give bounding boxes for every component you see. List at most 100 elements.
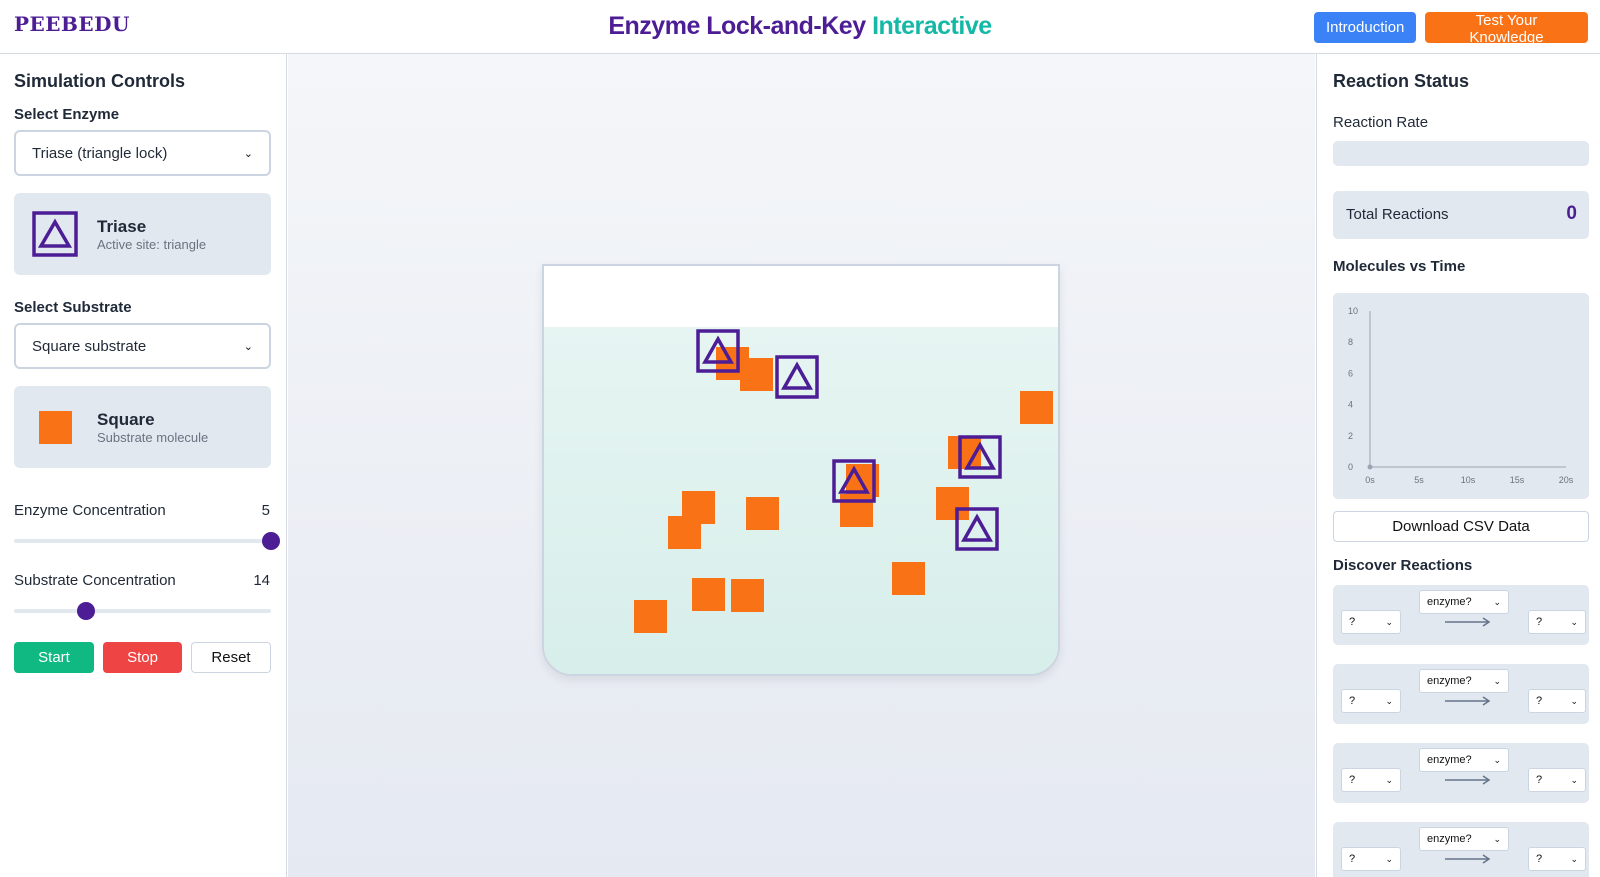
title-accent: Interactive xyxy=(872,12,992,40)
reaction-arrow-icon xyxy=(1445,854,1491,864)
enzyme-guess-select[interactable]: enzyme? ⌄ xyxy=(1419,827,1509,851)
simulation-controls-panel: Simulation Controls Select Enzyme Triase… xyxy=(0,54,287,877)
chevron-down-icon: ⌄ xyxy=(1385,616,1393,627)
total-reactions-box: Total Reactions 0 xyxy=(1333,191,1589,239)
substrate-concentration-slider[interactable] xyxy=(14,602,271,620)
enzyme-molecule xyxy=(696,329,740,373)
reaction-row: enzyme? ⌄? ⌄? ⌄ xyxy=(1333,822,1589,877)
substrate-select[interactable]: Square substrate ⌄ xyxy=(14,323,271,369)
product-guess-value: ? xyxy=(1536,774,1543,786)
slider-handle[interactable] xyxy=(262,532,280,550)
substrate-molecule xyxy=(740,358,773,391)
chevron-down-icon: ⌄ xyxy=(1570,616,1578,627)
enzyme-guess-value: enzyme? xyxy=(1427,596,1472,608)
reactant-guess-select[interactable]: ? ⌄ xyxy=(1341,610,1401,634)
introduction-button[interactable]: Introduction xyxy=(1314,12,1416,43)
reaction-row: enzyme? ⌄? ⌄? ⌄ xyxy=(1333,664,1589,724)
reactant-guess-value: ? xyxy=(1349,616,1356,628)
chevron-down-icon: ⌄ xyxy=(1493,833,1501,844)
data-point xyxy=(1367,464,1373,470)
x-tick-label: 0s xyxy=(1365,475,1375,485)
enzyme-concentration-value: 5 xyxy=(261,502,270,519)
chevron-down-icon: ⌄ xyxy=(1385,695,1393,706)
enzyme-molecule xyxy=(832,459,876,503)
reactant-guess-select[interactable]: ? ⌄ xyxy=(1341,847,1401,871)
enzyme-active-site: Active site: triangle xyxy=(97,237,207,252)
product-guess-select[interactable]: ? ⌄ xyxy=(1528,847,1586,871)
molecules-chart-svg: 02468100s5s10s15s20sTime (s)Molecules xyxy=(1317,306,1574,515)
product-guess-select[interactable]: ? ⌄ xyxy=(1528,768,1586,792)
stop-button[interactable]: Stop xyxy=(103,642,182,673)
reaction-arrow-icon xyxy=(1445,617,1491,627)
enzyme-select-label: Select Enzyme xyxy=(14,106,120,123)
substrate-molecule xyxy=(731,579,764,612)
test-knowledge-button[interactable]: Test Your Knowledge xyxy=(1425,12,1588,46)
triangle-lock-icon xyxy=(32,211,78,257)
enzyme-info-card: Triase Active site: triangle xyxy=(14,193,271,275)
simulation-area xyxy=(288,54,1315,877)
reaction-arrow-icon xyxy=(1445,775,1491,785)
product-guess-select[interactable]: ? ⌄ xyxy=(1528,689,1586,713)
chevron-down-icon: ⌄ xyxy=(1570,774,1578,785)
chevron-down-icon: ⌄ xyxy=(1493,675,1501,686)
enzyme-concentration-slider[interactable] xyxy=(14,532,280,550)
enzyme-name: Triase xyxy=(97,217,147,236)
enzyme-guess-value: enzyme? xyxy=(1427,833,1472,845)
download-csv-button[interactable]: Download CSV Data xyxy=(1333,511,1589,542)
substrate-select-value: Square substrate xyxy=(32,337,147,355)
enzyme-guess-select[interactable]: enzyme? ⌄ xyxy=(1419,748,1509,772)
reaction-row: enzyme? ⌄? ⌄? ⌄ xyxy=(1333,585,1589,645)
enzyme-concentration-label: Enzyme Concentration xyxy=(14,502,166,519)
enzyme-guess-value: enzyme? xyxy=(1427,754,1472,766)
x-tick-label: 15s xyxy=(1510,475,1525,485)
chevron-down-icon: ⌄ xyxy=(1385,853,1393,864)
substrate-molecule xyxy=(692,578,725,611)
beaker[interactable] xyxy=(542,264,1060,676)
enzyme-select[interactable]: Triase (triangle lock) ⌄ xyxy=(14,130,271,176)
y-tick-label: 8 xyxy=(1348,337,1353,347)
substrate-select-label: Select Substrate xyxy=(14,299,132,316)
reaction-arrow-icon xyxy=(1445,696,1491,706)
x-tick-label: 5s xyxy=(1414,475,1424,485)
substrate-info-card: Square Substrate molecule xyxy=(14,386,271,468)
reactant-guess-select[interactable]: ? ⌄ xyxy=(1341,768,1401,792)
substrate-description: Substrate molecule xyxy=(97,430,209,445)
chevron-down-icon: ⌄ xyxy=(1493,754,1501,765)
y-tick-label: 10 xyxy=(1348,306,1358,316)
app-header: PEEBEDU Enzyme Lock-and-Key Interactive … xyxy=(0,0,1600,54)
substrate-molecule xyxy=(668,516,701,549)
chart-heading: Molecules vs Time xyxy=(1333,258,1466,275)
product-guess-value: ? xyxy=(1536,695,1543,707)
reaction-status-panel: Reaction Status Reaction Rate Total Reac… xyxy=(1316,54,1600,877)
x-tick-label: 20s xyxy=(1559,475,1574,485)
y-tick-label: 0 xyxy=(1348,462,1353,472)
product-guess-select[interactable]: ? ⌄ xyxy=(1528,610,1586,634)
chevron-down-icon: ⌄ xyxy=(1493,596,1501,607)
controls-heading: Simulation Controls xyxy=(14,71,185,91)
total-reactions-value: 0 xyxy=(1566,203,1577,224)
square-substrate-icon xyxy=(39,411,72,444)
reset-button[interactable]: Reset xyxy=(191,642,271,673)
chevron-down-icon: ⌄ xyxy=(243,340,253,353)
start-button[interactable]: Start xyxy=(14,642,94,673)
molecules-chart: 02468100s5s10s15s20sTime (s)Molecules xyxy=(1317,293,1589,515)
title-main: Enzyme Lock-and-Key xyxy=(608,12,866,40)
reaction-rate-bar xyxy=(1333,141,1589,166)
reactant-guess-value: ? xyxy=(1349,695,1356,707)
enzyme-guess-select[interactable]: enzyme? ⌄ xyxy=(1419,590,1509,614)
y-tick-label: 2 xyxy=(1348,431,1353,441)
reactant-guess-select[interactable]: ? ⌄ xyxy=(1341,689,1401,713)
chevron-down-icon: ⌄ xyxy=(243,147,253,160)
reactant-guess-value: ? xyxy=(1349,774,1356,786)
enzyme-molecule xyxy=(955,507,999,551)
enzyme-molecule xyxy=(958,435,1002,479)
substrate-name: Square xyxy=(97,410,155,429)
chevron-down-icon: ⌄ xyxy=(1570,853,1578,864)
total-reactions-label: Total Reactions xyxy=(1346,206,1449,223)
product-guess-value: ? xyxy=(1536,616,1543,628)
slider-handle[interactable] xyxy=(76,602,95,620)
y-tick-label: 6 xyxy=(1348,368,1353,378)
substrate-molecule xyxy=(892,562,925,595)
enzyme-guess-select[interactable]: enzyme? ⌄ xyxy=(1419,669,1509,693)
y-tick-label: 4 xyxy=(1348,400,1353,410)
